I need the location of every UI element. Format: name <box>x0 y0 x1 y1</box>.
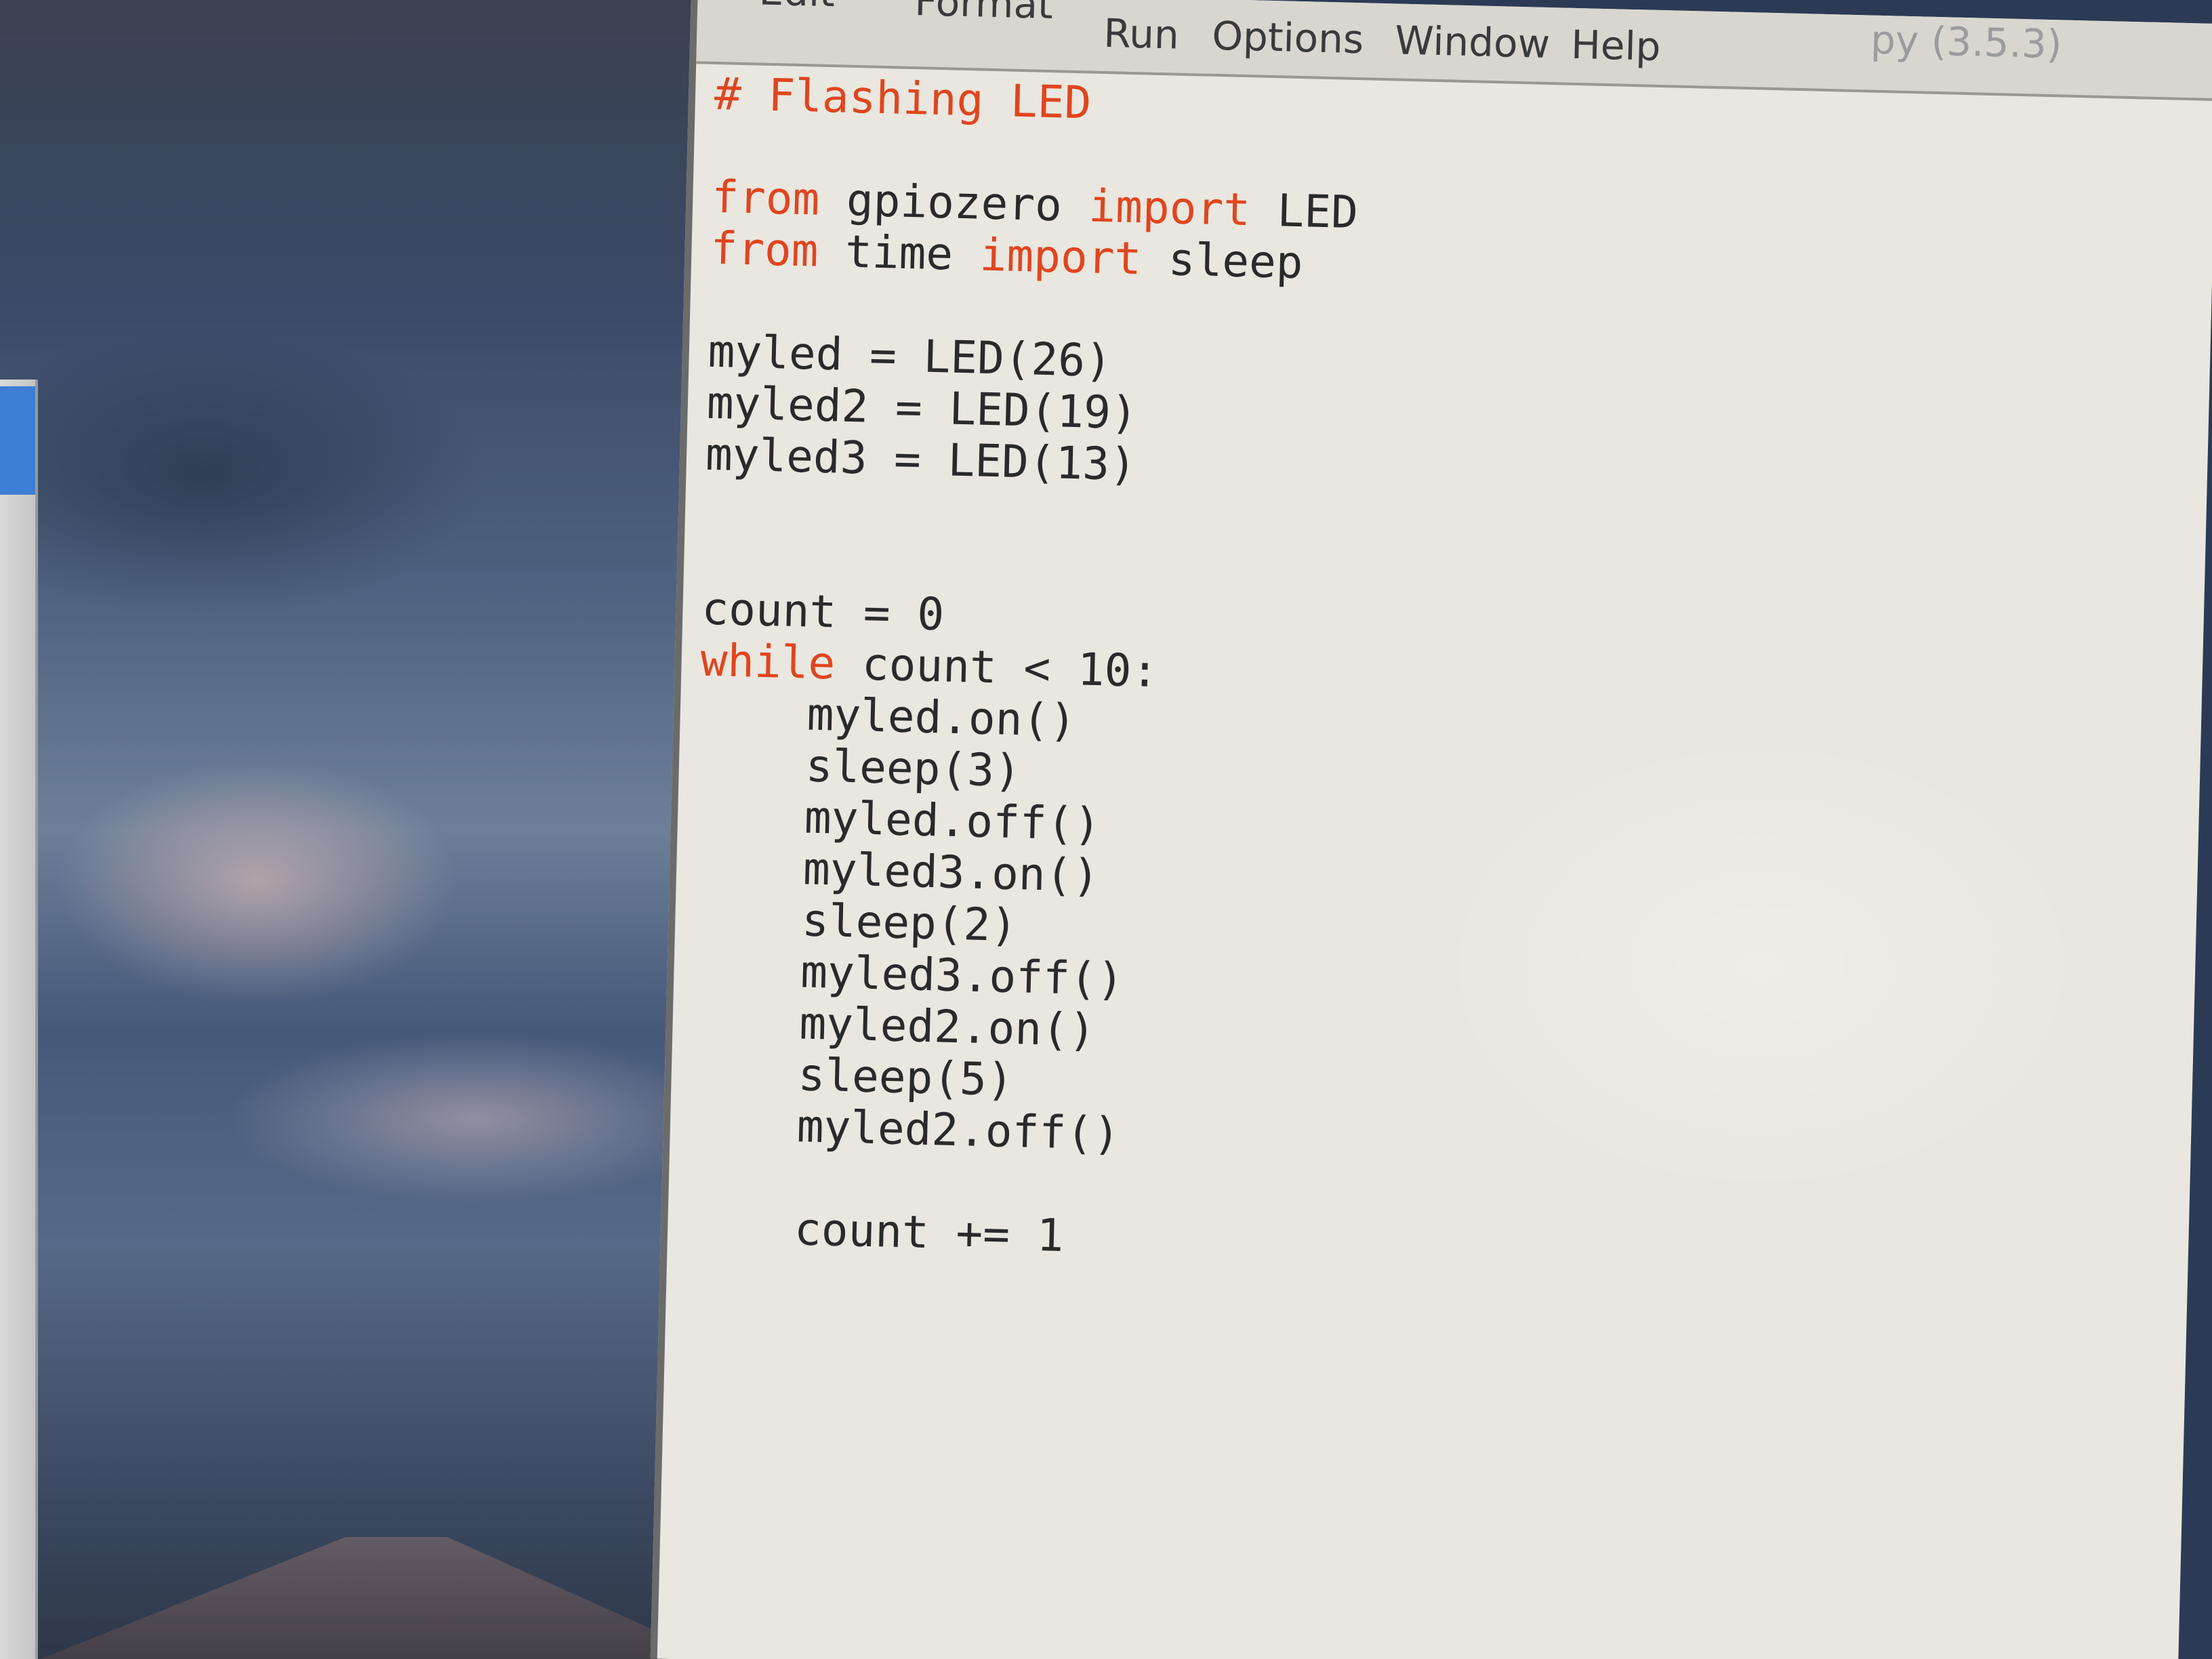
wallpaper-road <box>41 1537 718 1659</box>
menu-window[interactable]: Window <box>1395 17 1551 67</box>
window-title: py (3.5.3) <box>1870 16 2063 68</box>
menu-run[interactable]: Run <box>1103 10 1180 58</box>
background-window-tab[interactable] <box>0 386 35 495</box>
keyword-token: import <box>979 228 1143 285</box>
keyword-token: while <box>699 634 836 690</box>
desktop-wallpaper <box>0 0 718 1659</box>
screen: Edit Format Run Options Window Help py (… <box>0 0 2212 1659</box>
keyword-token: from <box>711 170 821 226</box>
code-editor[interactable]: # Flashing LED from gpiozero import LED fr… <box>686 68 1361 1269</box>
comment-token: # Flashing LED <box>714 67 1092 129</box>
menu-help[interactable]: Help <box>1570 22 1661 70</box>
idle-editor-window[interactable]: Edit Format Run Options Window Help py (… <box>650 0 2212 1659</box>
keyword-token: from <box>710 222 819 277</box>
menu-edit[interactable]: Edit <box>758 0 836 16</box>
background-window-edge[interactable] <box>0 380 38 1659</box>
menu-format[interactable]: Format <box>914 0 1054 28</box>
menu-options[interactable]: Options <box>1212 13 1364 62</box>
keyword-token: import <box>1088 180 1251 237</box>
